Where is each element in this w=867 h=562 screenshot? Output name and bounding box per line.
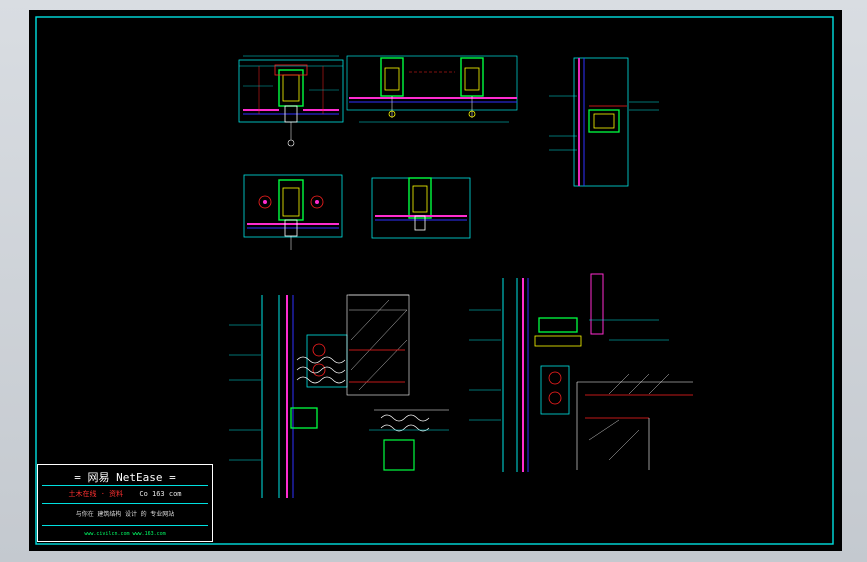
title-block-subtitle: 土木在线 · 资料 Co 163 com bbox=[38, 489, 212, 499]
title-block-info: 与你在 建筑结构 设计 的 专业网站 bbox=[75, 511, 175, 518]
detail-transom-section-2 bbox=[346, 55, 518, 123]
title-block-divider-3 bbox=[42, 525, 208, 526]
title-block-divider-2 bbox=[42, 503, 208, 504]
detail-mullion-section-4 bbox=[243, 174, 343, 250]
title-block-subtitle-left: 土木在线 · 资料 bbox=[68, 490, 124, 498]
detail-transom-section-5 bbox=[371, 177, 471, 239]
title-block-divider bbox=[42, 485, 208, 486]
detail-floor-section-6 bbox=[229, 294, 449, 498]
detail-slab-section-7 bbox=[469, 273, 693, 472]
cad-drawing-viewport[interactable]: = 网易 NetEase = 土木在线 · 资料 Co 163 com 与你在 … bbox=[29, 10, 842, 551]
title-block: = 网易 NetEase = 土木在线 · 资料 Co 163 com 与你在 … bbox=[37, 464, 213, 542]
detail-mullion-section-1 bbox=[238, 55, 344, 147]
detail-vertical-section-3 bbox=[549, 57, 659, 187]
title-block-urls: www.civilcn.com www.163.com bbox=[84, 531, 166, 537]
title-block-subtitle-right: Co 163 com bbox=[139, 490, 182, 498]
title-block-brand: = 网易 NetEase = bbox=[74, 471, 176, 484]
